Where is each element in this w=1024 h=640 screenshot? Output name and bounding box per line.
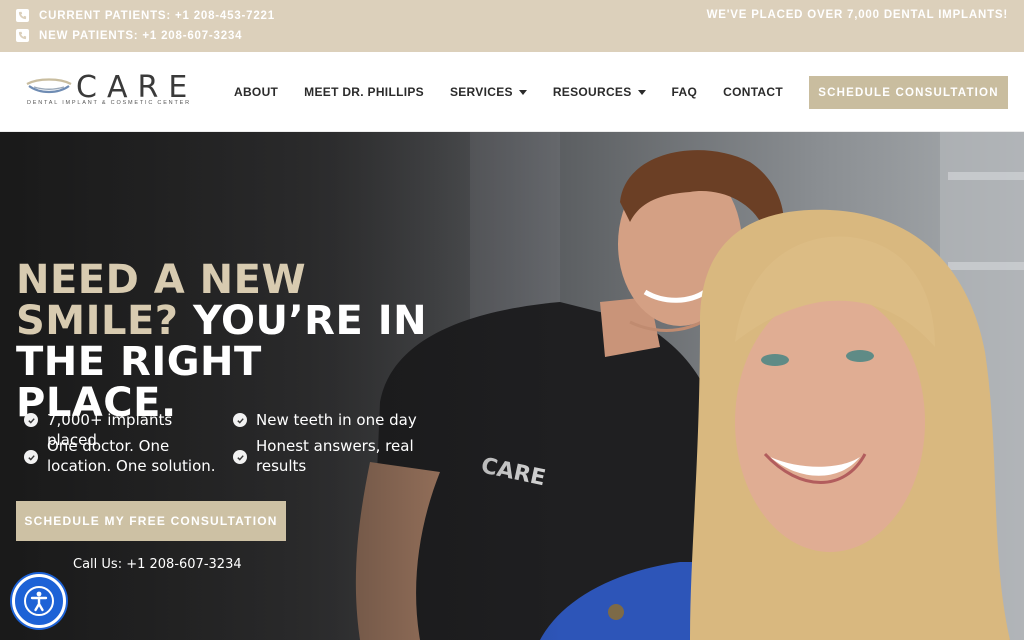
feature-text: Honest answers, real results [256,437,414,475]
accessibility-icon [24,586,54,616]
nav-faq-label: FAQ [671,85,698,99]
new-patients-text: NEW PATIENTS: +1 208-607-3234 [39,29,243,42]
checkmark-icon [233,413,247,427]
nav-services[interactable]: SERVICES [450,85,527,99]
checkmark-icon [24,413,38,427]
nav-about-label: ABOUT [234,85,279,99]
care-logo[interactable]: CARE DENTAL IMPLANT & COSMETIC CENTER [24,70,200,112]
current-patients-text: CURRENT PATIENTS: +1 208-453-7221 [39,9,275,22]
hero-headline: NEED A NEW SMILE? YOU’RE IN THE RIGHT PL… [16,260,436,424]
schedule-consultation-button[interactable]: SCHEDULE CONSULTATION [809,76,1008,109]
logo-tagline: DENTAL IMPLANT & COSMETIC CENTER [27,100,191,106]
feature-item: New teeth in one day [233,410,423,430]
nav-resources[interactable]: RESOURCES [553,85,646,99]
feature-text: One doctor. One location. One solution. [47,437,216,475]
nav-faq[interactable]: FAQ [672,85,698,99]
nav-meet-label: MEET DR. PHILLIPS [304,85,424,99]
feature-item: Honest answers, real results [233,436,423,476]
checkmark-icon [233,450,247,464]
nav-contact[interactable]: CONTACT [723,85,783,99]
phone-icon [16,29,29,42]
schedule-free-consultation-button[interactable]: SCHEDULE MY FREE CONSULTATION [16,501,286,541]
current-patients-line[interactable]: CURRENT PATIENTS: +1 208-453-7221 [16,9,275,22]
checkmark-icon [24,450,38,464]
top-info-bar: CURRENT PATIENTS: +1 208-453-7221 NEW PA… [0,0,1024,52]
call-us-number[interactable]: +1 208-607-3234 [126,557,241,572]
nav-resources-label: RESOURCES [552,85,632,99]
phone-icon [16,9,29,22]
site-header: CARE DENTAL IMPLANT & COSMETIC CENTER AB… [0,52,1024,132]
new-patients-line[interactable]: NEW PATIENTS: +1 208-607-3234 [16,29,242,42]
main-nav: ABOUT MEET DR. PHILLIPS SERVICES RESOURC… [234,52,783,132]
caret-down-icon [518,89,527,95]
feature-item: One doctor. One location. One solution. [24,436,224,476]
hero-section: CARE NEED A NEW SMILE? YOU’RE IN THE RIG… [0,132,1024,640]
smile-logo-icon [26,78,72,94]
nav-services-label: SERVICES [449,85,513,99]
nav-about[interactable]: ABOUT [234,85,278,99]
caret-down-icon [637,89,646,95]
call-us-label: Call Us: [73,557,123,572]
nav-meet-dr-phillips[interactable]: MEET DR. PHILLIPS [304,85,424,99]
announcement-text: WE'VE PLACED OVER 7,000 DENTAL IMPLANTS! [706,9,1008,21]
accessibility-button[interactable] [12,574,66,628]
nav-contact-label: CONTACT [723,85,783,99]
call-us-line[interactable]: Call Us: +1 208-607-3234 [73,557,242,572]
feature-text: New teeth in one day [256,411,417,429]
